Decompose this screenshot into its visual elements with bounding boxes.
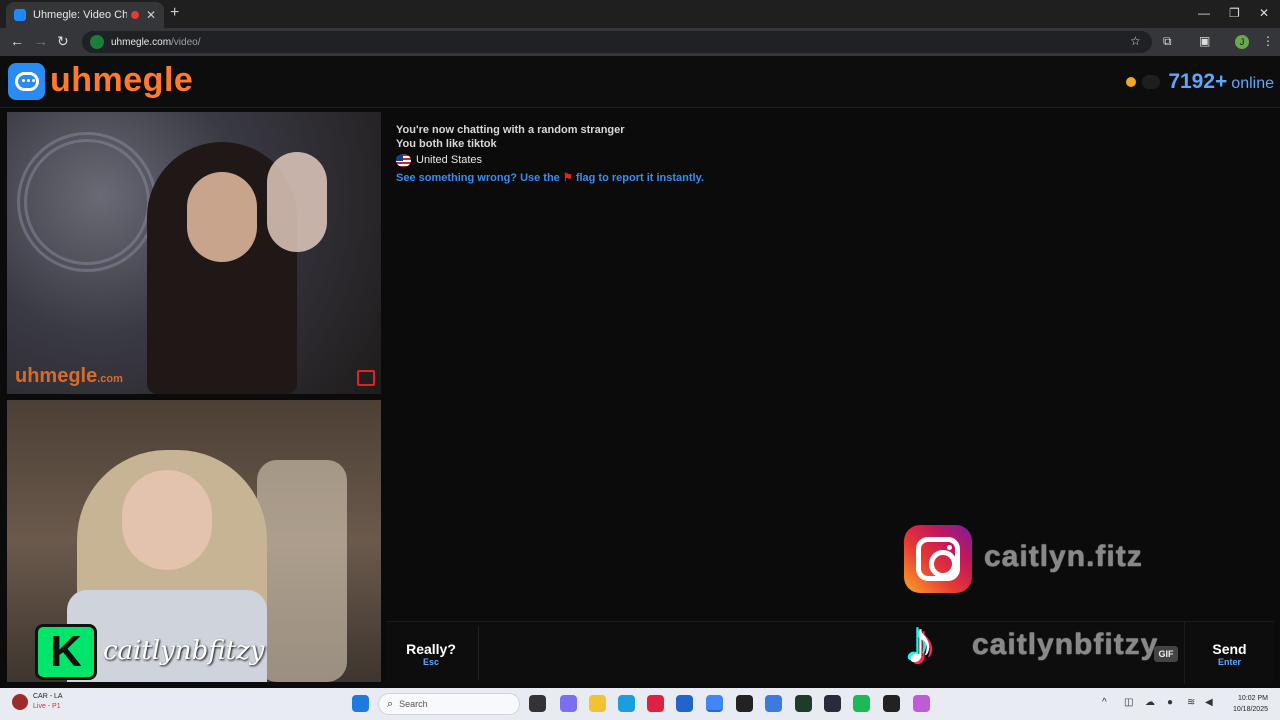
chat-interest-line: You both like tiktok <box>396 138 497 150</box>
site-favicon-icon <box>14 9 26 21</box>
send-shortcut: Enter <box>1217 657 1241 667</box>
site-info-icon[interactable] <box>90 35 104 49</box>
copilot-icon[interactable] <box>560 695 577 712</box>
instagram-icon <box>904 525 972 593</box>
forward-icon[interactable]: → <box>34 33 48 49</box>
start-icon[interactable] <box>352 695 369 712</box>
send-button[interactable]: Send Enter <box>1184 622 1274 684</box>
weather-widget[interactable]: CAR - LA Live - P1 <box>12 692 63 712</box>
browser-tab-bar: Uhmegle: Video Chat | Ran ✕ + — ❐ ✕ <box>0 0 1280 28</box>
chat-status-line: You're now chatting with a random strang… <box>396 124 625 136</box>
streaming-app-icon[interactable] <box>795 695 812 712</box>
search-icon: ⌕ <box>387 697 394 710</box>
online-label: online <box>1231 75 1274 92</box>
profile-avatar[interactable]: J <box>1235 35 1249 49</box>
streamer-name: caitlynbfitzy <box>103 636 265 666</box>
url-host: uhmegle.com <box>111 36 172 48</box>
obs-icon[interactable] <box>736 695 753 712</box>
recording-indicator-icon <box>130 11 139 19</box>
app-icon[interactable] <box>765 695 782 712</box>
cloud-icon[interactable]: ☁ <box>1145 697 1155 708</box>
sports-score-icon <box>12 694 28 710</box>
report-notice: See something wrong? Use the ⚑ flag to r… <box>396 171 1264 184</box>
tiktok-handle: caitlynbfitzy <box>972 628 1159 661</box>
site-header: uhmegle 7192+ online <box>0 56 1280 108</box>
background-tapestry <box>17 132 157 272</box>
spotify-icon[interactable] <box>853 695 870 712</box>
stranger-video: uhmegle.com <box>7 112 381 394</box>
os-taskbar: CAR - LA Live - P1 ⌕ Search ^ ◫ ☁ ● ≋ ◀ … <box>0 688 1280 720</box>
browser-tab[interactable]: Uhmegle: Video Chat | Ran ✕ <box>6 2 164 28</box>
online-count: 7192+ <box>1168 70 1228 93</box>
new-tab-button[interactable]: + <box>170 4 179 22</box>
streamer-badge: K <box>35 624 97 680</box>
chrome-icon[interactable] <box>706 695 723 712</box>
pinned-app-icon[interactable] <box>913 695 930 712</box>
stranger-country: United States <box>396 152 1264 168</box>
skip-button[interactable]: Really? Esc <box>386 622 476 684</box>
site-logo[interactable]: uhmegle <box>50 61 193 100</box>
microphone-icon[interactable]: ● <box>1167 697 1173 708</box>
task-view-icon[interactable] <box>529 695 546 712</box>
skip-shortcut: Esc <box>422 657 439 667</box>
browser-menu-icon[interactable]: ⋮ <box>1262 34 1274 48</box>
status-dot-icon <box>1126 77 1137 87</box>
tab-close-icon[interactable]: ✕ <box>146 8 156 22</box>
skip-label: Really? <box>406 641 456 657</box>
widget-title: CAR - LA <box>33 693 63 700</box>
report-flag-icon[interactable] <box>357 370 375 386</box>
send-label: Send <box>1212 641 1247 657</box>
us-flag-icon <box>396 153 411 167</box>
store-icon[interactable] <box>676 695 693 712</box>
tray-overflow-icon[interactable]: ^ <box>1102 697 1107 708</box>
self-face <box>122 470 212 570</box>
taskbar-search[interactable]: ⌕ Search <box>378 693 520 715</box>
clock-date: 10/18/2025 <box>1232 706 1268 713</box>
system-clock[interactable]: 10:02 PM 10/18/2025 <box>1233 693 1268 715</box>
search-placeholder: Search <box>399 699 428 709</box>
word-app-icon[interactable] <box>824 695 841 712</box>
clock-time: 10:02 PM <box>1238 695 1268 702</box>
widget-status: Live - P1 <box>33 703 61 710</box>
instagram-handle: caitlyn.fitz <box>984 540 1143 573</box>
window-close-icon[interactable]: ✕ <box>1259 6 1269 20</box>
url-path: /video/ <box>171 36 201 48</box>
address-bar[interactable]: uhmegle.com /video/ <box>82 31 1152 53</box>
tray-app-icon[interactable]: ◫ <box>1124 697 1133 708</box>
volume-icon[interactable]: ◀ <box>1205 697 1213 708</box>
gaming-chair <box>257 460 347 682</box>
report-flag-glyph-icon: ⚑ <box>562 172 573 184</box>
tiktok-icon: ♪ <box>905 609 935 676</box>
watermark-text: uhmegle <box>15 365 98 387</box>
reload-icon[interactable]: ↻ <box>57 33 69 50</box>
tab-title: Uhmegle: Video Chat | Ran <box>33 9 127 21</box>
wifi-icon[interactable]: ≋ <box>1187 697 1195 708</box>
chat-bubble-logo-icon[interactable] <box>8 63 45 100</box>
youtube-icon[interactable] <box>647 695 664 712</box>
report-text-after: flag to report it instantly. <box>575 172 704 184</box>
report-text-before: See something wrong? Use the <box>396 172 560 184</box>
raised-hand <box>267 152 327 252</box>
minimize-icon[interactable]: — <box>1198 6 1210 20</box>
file-explorer-icon[interactable] <box>589 695 606 712</box>
media-control-icon[interactable]: ▣ <box>1199 34 1210 48</box>
terminal-icon[interactable] <box>883 695 900 712</box>
stranger-face <box>187 172 257 262</box>
watermark-suffix: .com <box>97 373 123 385</box>
country-name: United States <box>416 154 483 166</box>
divider <box>478 626 479 680</box>
restore-icon[interactable]: ❐ <box>1229 6 1240 20</box>
online-counter: 7192+ online <box>1126 70 1274 94</box>
extensions-icon[interactable]: ⧉ <box>1163 34 1172 49</box>
self-video: K caitlynbfitzy <box>7 400 381 682</box>
browser-toolbar: ← → ↻ uhmegle.com /video/ ☆ ⧉ ▣ J ⋮ <box>0 28 1280 56</box>
edge-icon[interactable] <box>618 695 635 712</box>
video-watermark: uhmegle.com <box>15 365 123 388</box>
back-icon[interactable]: ← <box>10 33 24 49</box>
theme-toggle[interactable] <box>1142 75 1161 89</box>
bookmark-star-icon[interactable]: ☆ <box>1130 34 1141 48</box>
